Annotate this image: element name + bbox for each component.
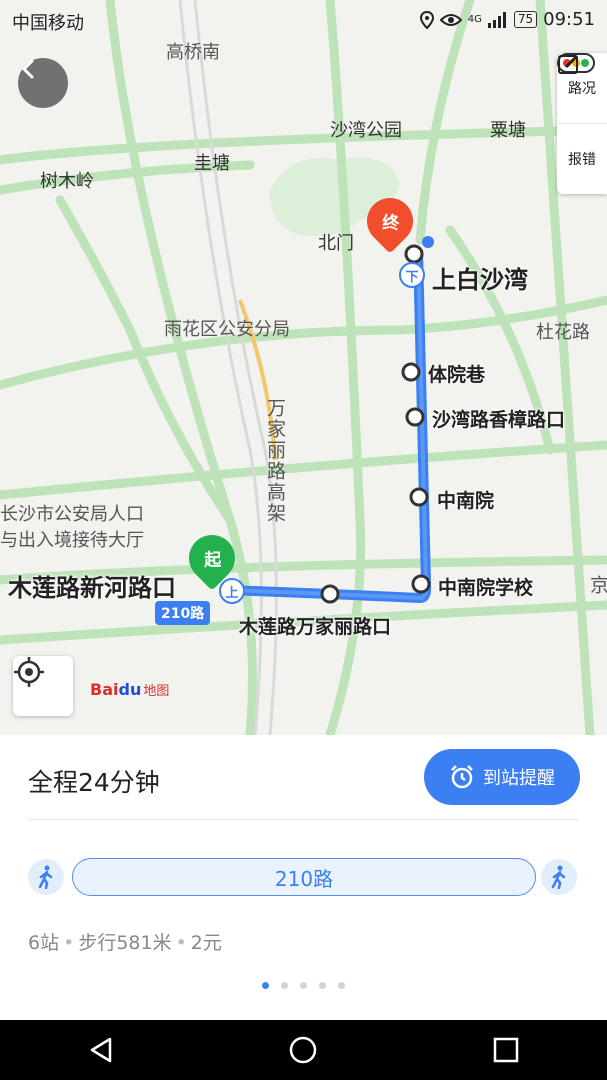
map-label-shawan-park: 沙湾公园: [330, 120, 402, 141]
status-bar: 中国移动 4G 75 09:51: [0, 0, 607, 40]
stop-label: 木莲路万家丽路口: [239, 616, 392, 638]
map-label-jing: 京: [587, 575, 607, 596]
map-label-gaoqiaonan: 高桥南: [166, 42, 220, 63]
chevron-left-icon: [21, 59, 34, 79]
page-dot[interactable]: [300, 982, 307, 989]
board-badge: 上: [225, 586, 239, 601]
home-circle-icon: [290, 1036, 317, 1064]
map-label-guitang: 圭塘: [194, 153, 230, 174]
trip-duration: 全程24分钟: [28, 768, 160, 797]
stop-label: 体院巷: [428, 364, 486, 386]
report-label: 报错: [568, 152, 596, 168]
arrival-reminder-label: 到站提醒: [483, 768, 555, 789]
crosshair-icon: [14, 657, 44, 687]
system-nav-bar: [0, 1020, 607, 1080]
baidu-map-logo: Baidu 地图: [90, 680, 170, 699]
back-button[interactable]: [18, 58, 68, 108]
map-label-yuhua-police: 雨花区公安分局: [164, 319, 290, 340]
signal-icon: [487, 11, 506, 28]
route-summary-card: 全程24分钟 到站提醒 210路 6站 • 步行581米 • 2元: [0, 735, 607, 1020]
map-label-changsha-police-1: 长沙市公安局人口: [0, 504, 144, 525]
traffic-label: 路况: [568, 81, 596, 97]
map-side-panel: 路况 报错: [557, 53, 607, 194]
locate-button[interactable]: [13, 656, 73, 716]
stop-label-start: 木莲路新河路口: [8, 574, 176, 602]
walk-start-icon: [28, 859, 64, 895]
location-icon: [419, 10, 434, 29]
eye-icon: [439, 13, 462, 26]
clock: 09:51: [543, 9, 595, 30]
map-view[interactable]: 高桥南 沙湾公园 粟塘 树木岭 圭塘 北门 杜花路 雨花区公安分局 万家丽路高架…: [0, 0, 607, 735]
page-dot[interactable]: [262, 982, 269, 989]
alarm-clock-icon: [451, 765, 473, 789]
page-dot[interactable]: [338, 982, 345, 989]
alight-badge: 下: [405, 270, 419, 285]
nav-recents-button[interactable]: [446, 1020, 566, 1080]
stop-label-end: 上白沙湾: [432, 266, 528, 294]
bus-route-pill[interactable]: 210路: [72, 858, 536, 896]
map-label-beimen: 北门: [318, 233, 354, 254]
report-button[interactable]: 报错: [557, 54, 607, 194]
stop-label: 沙湾路香樟路口: [432, 409, 566, 431]
walk-distance: 步行581米: [78, 932, 172, 954]
page-dot[interactable]: [319, 982, 326, 989]
route-badge: 210路: [155, 601, 211, 625]
map-label-shumuling: 树木岭: [40, 171, 94, 192]
map-label-changsha-police-2: 与出入境接待大厅: [0, 530, 144, 551]
back-triangle-icon: [90, 1037, 112, 1063]
arrival-reminder-button[interactable]: 到站提醒: [424, 749, 580, 805]
trip-summary: 6站 • 步行581米 • 2元: [28, 932, 222, 954]
page-dot[interactable]: [281, 982, 288, 989]
stop-count: 6站: [28, 932, 60, 954]
stop-label: 中南院学校: [438, 577, 534, 599]
recents-square-icon: [493, 1037, 519, 1063]
nav-back-button[interactable]: [41, 1020, 161, 1080]
divider: [28, 819, 579, 820]
map-label-wanjiali-elevated: 万家丽路高架: [264, 398, 286, 524]
fare: 2元: [190, 932, 222, 954]
walk-end-icon: [541, 859, 577, 895]
stop-label: 中南院: [437, 490, 495, 512]
map-label-duhualu: 杜花路: [536, 322, 590, 343]
nav-home-button[interactable]: [243, 1020, 363, 1080]
carrier-label: 中国移动: [12, 13, 84, 34]
edit-icon: [558, 54, 579, 74]
network-type: 4G: [467, 14, 482, 25]
page-indicator: [0, 982, 607, 989]
battery-indicator: 75: [513, 11, 538, 28]
map-label-lutang: 粟塘: [490, 120, 526, 141]
